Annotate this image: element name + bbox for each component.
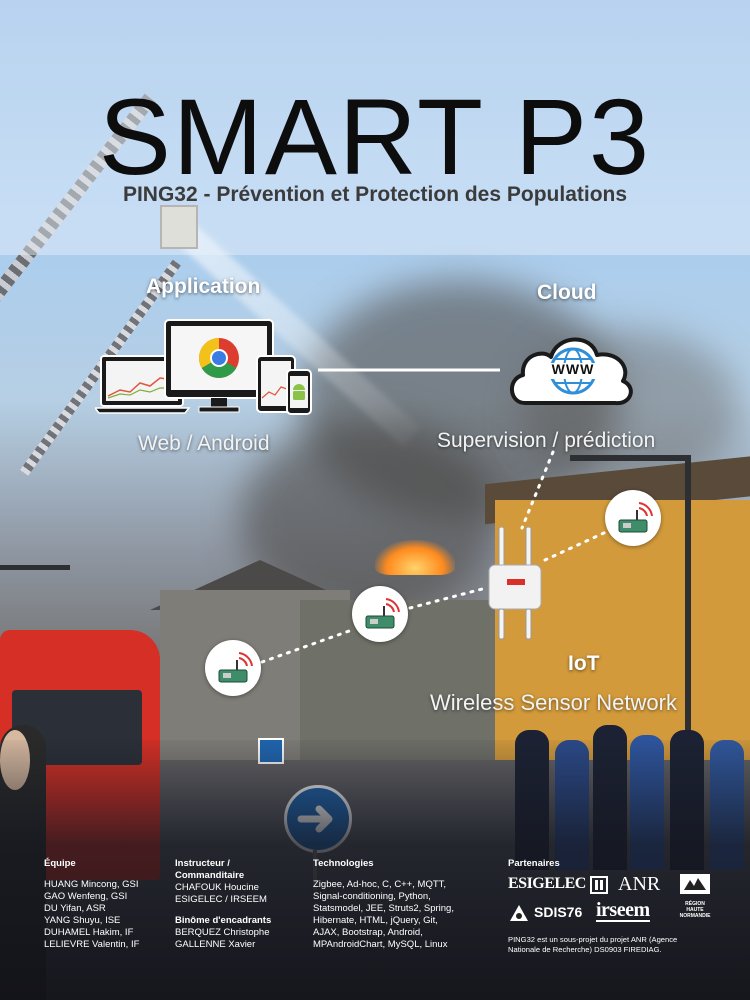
supervisor-line: GALLENNE Xavier [175, 939, 256, 950]
team-member: GAO Wenfeng, GSI [44, 891, 128, 902]
sdis-logo: SDIS76 [534, 904, 583, 920]
technologies-line: Signal-conditioning, Python, [313, 891, 431, 902]
partners-note: PING32 est un sous-projet du projet ANR … [508, 935, 733, 955]
partners-note-line: Nationale de Recherche) DS0903 FIREDIAG. [508, 945, 662, 954]
cloud-icon: WWW [505, 325, 637, 410]
instructor-heading: Instructeur / [175, 858, 230, 869]
instructor-line: ESIGELEC / IRSEEM [175, 894, 267, 905]
instructor-line: CHAFOUK Houcine [175, 882, 259, 893]
node-link-2 [408, 586, 488, 610]
team-member: LELIEVRE Valentin, IF [44, 939, 140, 950]
node-link-1 [260, 628, 354, 664]
sensor-node-icon [205, 640, 261, 696]
technologies-line: AJAX, Bootstrap, Android, [313, 927, 423, 938]
instructor-heading-2: Commanditaire [175, 870, 245, 881]
team-section: Équipe HUANG Mincong, GSI GAO Wenfeng, G… [44, 858, 172, 951]
technologies-line: MPAndroidChart, MySQL, Linux [313, 939, 448, 950]
esigelec-emblem-icon [590, 876, 608, 894]
sensor-node-icon [605, 490, 661, 546]
supervisors-heading: Binôme d'encadrants [175, 915, 272, 926]
region-logo: RÉGION HAUTE NORMANDIE [678, 872, 712, 919]
www-label: WWW [551, 361, 595, 377]
technologies-line: Statsmodel, JEE, Struts2, Spring, [313, 903, 454, 914]
irseem-logo: irseem [596, 899, 650, 922]
gateway-icon [485, 526, 545, 642]
technologies-line: Hibernate, HTML, jQuery, Git, [313, 915, 438, 926]
iot-heading: IoT [568, 652, 600, 675]
node-link-3 [543, 530, 608, 562]
region-emblem-icon [680, 874, 710, 894]
technologies-heading: Technologies [313, 858, 374, 869]
partners-note-line: PING32 est un sous-projet du projet ANR … [508, 935, 678, 944]
devices-icon [93, 318, 315, 418]
region-label: RÉGION HAUTE NORMANDIE [679, 901, 711, 919]
anr-logo: ANR [618, 873, 661, 895]
poster: SMART P3 PING32 - Prévention et Protecti… [0, 0, 750, 1000]
cloud-caption: Supervision / prédiction [437, 429, 656, 452]
technologies-line: Zigbee, Ad-hoc, C, C++, MQTT, [313, 879, 447, 890]
instructor-section: Instructeur / Commanditaire CHAFOUK Houc… [175, 858, 305, 951]
team-member: YANG Shuyu, ISE [44, 915, 121, 926]
partners-heading: Partenaires [508, 858, 560, 869]
supervisor-line: BERQUEZ Christophe [175, 927, 270, 938]
cloud-heading: Cloud [537, 281, 597, 304]
technologies-section: Technologies Zigbee, Ad-hoc, C, C++, MQT… [313, 858, 493, 951]
sdis-emblem-icon [510, 905, 528, 921]
team-member: DUHAMEL Hakim, IF [44, 927, 134, 938]
application-caption: Web / Android [138, 432, 270, 455]
esigelec-logo: ESIGELEC [508, 875, 586, 892]
iot-caption: Wireless Sensor Network [430, 690, 677, 715]
sensor-node-icon [352, 586, 408, 642]
team-heading: Équipe [44, 858, 76, 869]
cloud-gateway-link [520, 450, 555, 530]
team-member: DU Yifan, ASR [44, 903, 106, 914]
application-heading: Application [146, 275, 261, 298]
team-member: HUANG Mincong, GSI [44, 879, 139, 890]
